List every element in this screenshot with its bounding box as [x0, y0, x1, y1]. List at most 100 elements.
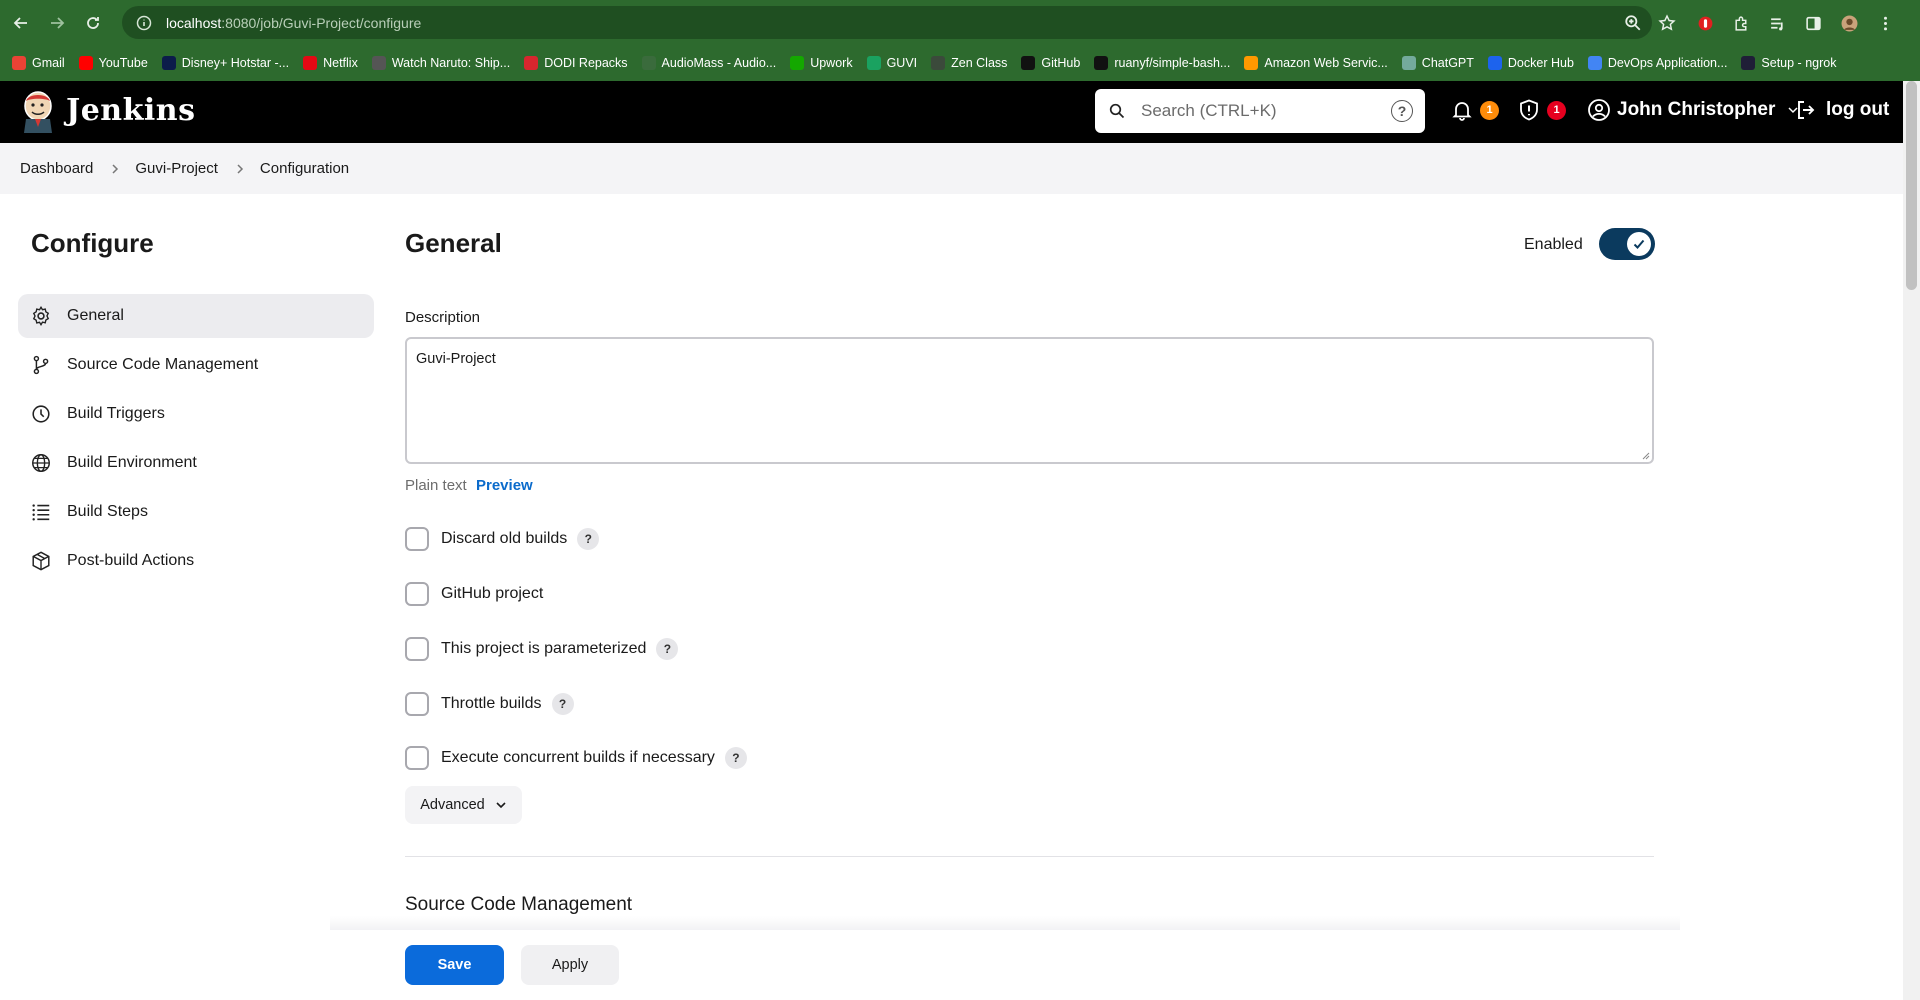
checkbox[interactable]	[405, 527, 429, 551]
search-help-icon[interactable]: ?	[1391, 100, 1413, 122]
preview-link[interactable]: Preview	[476, 477, 533, 494]
bookmark-item[interactable]: Zen Class	[931, 56, 1007, 70]
bookmark-label: DevOps Application...	[1607, 56, 1728, 70]
profile-avatar-icon[interactable]	[1840, 14, 1858, 32]
reload-button[interactable]	[78, 8, 108, 38]
bookmark-item[interactable]: Upwork	[790, 56, 853, 70]
checkbox[interactable]	[405, 582, 429, 606]
sidebar-item-label: Post-build Actions	[67, 552, 195, 569]
resize-grip-icon[interactable]	[1640, 450, 1650, 460]
bookmark-label: Gmail	[32, 56, 65, 70]
side-panel-icon[interactable]	[1804, 14, 1822, 32]
section-divider	[405, 856, 1654, 857]
enabled-toggle[interactable]	[1599, 228, 1655, 260]
bookmark-item[interactable]: GitHub	[1021, 56, 1080, 70]
bookmark-item[interactable]: DODI Repacks	[524, 56, 628, 70]
sidebar-item-label: Build Environment	[67, 454, 197, 471]
breadcrumb-dashboard[interactable]: Dashboard	[20, 160, 93, 177]
jenkins-header: Jenkins ? 1 1 John Christopher log out	[0, 81, 1903, 143]
bookmark-item[interactable]: Setup - ngrok	[1741, 56, 1836, 70]
bookmark-label: Netflix	[323, 56, 358, 70]
checkbox[interactable]	[405, 746, 429, 770]
bookmark-item[interactable]: Watch Naruto: Ship...	[371, 56, 511, 70]
globe-icon	[32, 454, 50, 472]
scrollbar-thumb[interactable]	[1906, 81, 1917, 290]
chevron-right-icon	[237, 163, 243, 174]
user-menu[interactable]: John Christopher	[1587, 98, 1801, 122]
logout-icon	[1798, 101, 1815, 119]
help-icon[interactable]: ?	[656, 638, 679, 660]
search-box[interactable]: ?	[1095, 89, 1425, 133]
bookmark-item[interactable]: AudioMass - Audio...	[641, 56, 776, 70]
sidebar-item-build-environment[interactable]: Build Environment	[18, 441, 374, 485]
menu-icon[interactable]	[1876, 14, 1894, 32]
netflix-icon	[303, 56, 318, 70]
bookmark-label: GUVI	[886, 56, 918, 70]
option-discard-old-builds[interactable]: Discard old builds ?	[405, 527, 600, 551]
hotstar-icon	[161, 56, 176, 70]
apply-button[interactable]: Apply	[521, 945, 619, 985]
option-parameterized[interactable]: This project is parameterized ?	[405, 637, 679, 661]
bookmark-item[interactable]: GUVI	[866, 56, 918, 70]
star-icon[interactable]	[1658, 14, 1676, 32]
bookmark-item[interactable]: YouTube	[78, 56, 148, 70]
user-icon	[1588, 99, 1610, 121]
back-button[interactable]	[6, 8, 36, 38]
forward-button[interactable]	[42, 8, 72, 38]
bookmark-label: Watch Naruto: Ship...	[391, 56, 511, 70]
security-button[interactable]: 1	[1517, 98, 1566, 122]
jenkins-title[interactable]: Jenkins	[66, 93, 195, 128]
bookmarks-bar: Gmail YouTube Disney+ Hotstar -... Netflix W…	[0, 45, 1920, 81]
logout-button[interactable]: log out	[1794, 98, 1889, 122]
extensions-icon[interactable]	[1732, 14, 1750, 32]
arrow-right-icon	[51, 16, 65, 29]
page-scrollbar[interactable]	[1903, 81, 1920, 1000]
breadcrumb-project[interactable]: Guvi-Project	[135, 160, 218, 177]
bookmark-item[interactable]: ruanyf/simple-bash...	[1094, 56, 1230, 70]
upwork-icon	[790, 56, 805, 70]
toggle-knob	[1627, 232, 1651, 256]
sidebar-item-label: Build Steps	[67, 503, 148, 520]
advanced-button[interactable]: Advanced	[405, 786, 522, 824]
bookmark-item[interactable]: ChatGPT	[1401, 56, 1474, 70]
sidebar-item-post-build-actions[interactable]: Post-build Actions	[18, 539, 374, 583]
sidebar-item-source-code-management[interactable]: Source Code Management	[18, 343, 374, 387]
search-icon	[1109, 103, 1125, 119]
zoom-icon[interactable]	[1624, 14, 1642, 32]
sidebar-item-build-steps[interactable]: Build Steps	[18, 490, 374, 534]
breadcrumb-configuration[interactable]: Configuration	[260, 160, 349, 177]
section-title-general: General	[405, 228, 502, 258]
media-icon[interactable]	[1768, 14, 1786, 32]
extension-red-icon[interactable]	[1696, 14, 1714, 32]
bookmark-item[interactable]: Docker Hub	[1487, 56, 1574, 70]
jenkins-logo-icon[interactable]	[20, 89, 56, 135]
bookmark-label: DODI Repacks	[544, 56, 628, 70]
notifications-button[interactable]: 1	[1450, 98, 1499, 122]
sidebar-item-general[interactable]: General	[18, 294, 374, 338]
user-name: John Christopher	[1617, 99, 1776, 120]
side-panel-nav: General Source Code Management Build Tri…	[18, 294, 374, 588]
gmail-icon	[12, 56, 26, 70]
checkbox[interactable]	[405, 692, 429, 716]
bookmark-item[interactable]: Gmail	[12, 56, 65, 70]
help-icon[interactable]: ?	[724, 747, 747, 769]
option-throttle-builds[interactable]: Throttle builds ?	[405, 692, 574, 716]
sidebar-item-build-triggers[interactable]: Build Triggers	[18, 392, 374, 436]
sidebar-item-label: General	[67, 307, 124, 324]
sidebar-item-label: Source Code Management	[67, 356, 259, 373]
bookmark-label: Amazon Web Servic...	[1264, 56, 1388, 70]
save-button[interactable]: Save	[405, 945, 504, 985]
checkbox[interactable]	[405, 637, 429, 661]
help-icon[interactable]: ?	[551, 693, 574, 715]
option-concurrent-builds[interactable]: Execute concurrent builds if necessary ?	[405, 746, 747, 770]
bookmark-item[interactable]: Disney+ Hotstar -...	[161, 56, 289, 70]
search-input[interactable]	[1141, 101, 1381, 121]
option-github-project[interactable]: GitHub project	[405, 582, 543, 606]
info-icon	[136, 15, 152, 30]
url-bar[interactable]: localhost:8080/job/Guvi-Project/configur…	[122, 6, 1652, 39]
bookmark-item[interactable]: DevOps Application...	[1587, 56, 1728, 70]
bookmark-item[interactable]: Netflix	[303, 56, 358, 70]
help-icon[interactable]: ?	[577, 528, 600, 550]
description-textarea[interactable]: Guvi-Project	[405, 337, 1654, 464]
bookmark-item[interactable]: Amazon Web Servic...	[1244, 56, 1388, 70]
